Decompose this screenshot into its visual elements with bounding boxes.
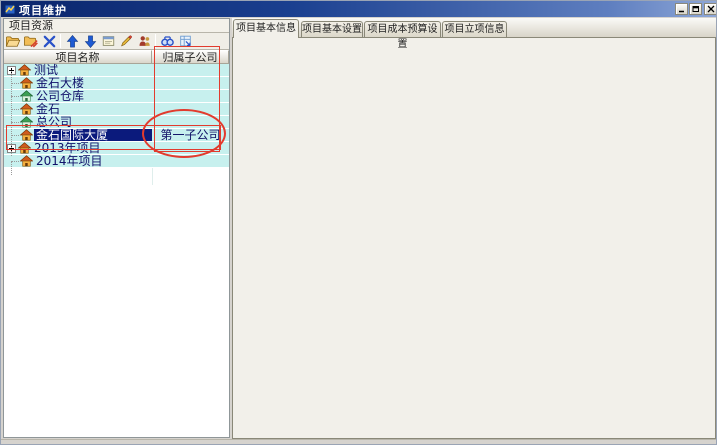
folder-modify-icon[interactable] [22,33,40,49]
tree-row-label[interactable]: 公司仓库 [34,90,86,102]
house-orange-icon [18,64,31,76]
close-icon[interactable] [704,3,717,15]
column-header-project-name[interactable]: 项目名称 [4,50,152,64]
toolbar-separator [155,34,156,48]
column-header-subsidiary[interactable]: 归属子公司 [152,50,229,64]
house-orange-icon [18,142,31,154]
tree-guide-line [11,71,12,156]
move-down-icon[interactable] [81,33,99,49]
users-icon[interactable] [135,33,153,49]
house-orange-icon [20,77,33,89]
resource-panel-header: 项目资源 [4,19,229,33]
tree-row-label[interactable]: 金石国际大厦 [34,129,152,141]
project-tree: 测试金石大楼公司仓库金石总公司金石国际大厦第一子公司 2013年项目2014年项目 [4,64,229,168]
tab-项目基本信息[interactable]: 项目基本信息 [233,19,299,38]
titlebar: 项目维护 [1,1,717,17]
tab-项目立项信息[interactable]: 项目立项信息 [442,21,507,37]
project-resource-panel: 项目资源 项目名称 归属子公司 测试金石大楼公司仓库金石总公司金石国际大厦第一子… [3,18,230,438]
tree-toolbar [4,33,229,50]
tab-项目成本预算设置[interactable]: 项目成本预算设置 [364,21,441,37]
toolbar-separator [60,34,61,48]
tree-row-label[interactable]: 2013年项目 [32,142,103,154]
house-green-icon [20,116,33,128]
tree-row-2014年项目[interactable]: 2014年项目 [4,155,229,168]
tree-elbow-line [11,135,19,136]
tree-row-label[interactable]: 金石 [34,103,62,115]
tree-row-label[interactable]: 总公司 [34,116,74,128]
tree-elbow-line [11,96,19,97]
tree-elbow-line [11,161,19,162]
export-grid-icon[interactable] [176,33,194,49]
tree-elbow-line [11,109,19,110]
edit-pen-icon[interactable] [117,33,135,49]
move-up-icon[interactable] [63,33,81,49]
house-orange-icon [20,103,33,115]
tree-elbow-line [11,83,19,84]
project-maintenance-window: 项目维护 项目资源 项目名称 归属子公司 测试金石大楼公司仓库金石总公司金石国际… [0,0,717,445]
tree-guide-line [11,162,12,175]
house-orange-icon [20,155,33,167]
tree-row-subsidiary: 第一子公司 [152,129,229,141]
tree-row-label[interactable]: 测试 [32,64,60,76]
restore-icon[interactable] [689,3,702,15]
tree-row-label[interactable]: 2014年项目 [34,155,105,167]
app-icon [4,3,16,15]
window-title: 项目维护 [19,2,67,18]
house-orange-icon [20,129,33,141]
tree-elbow-line [11,122,19,123]
house-green-icon [20,90,33,102]
minimize-icon[interactable] [675,3,688,15]
search-binoculars-icon[interactable] [158,33,176,49]
tab-项目基本设置[interactable]: 项目基本设置 [301,21,363,37]
tree-grid-header: 项目名称 归属子公司 [4,50,229,64]
tab-content [232,37,716,439]
bottom-strip [1,439,717,445]
tree-row-label[interactable]: 金石大楼 [34,77,86,89]
folder-open-icon[interactable] [4,33,22,49]
view-card-icon[interactable] [99,33,117,49]
delete-x-icon[interactable] [40,33,58,49]
